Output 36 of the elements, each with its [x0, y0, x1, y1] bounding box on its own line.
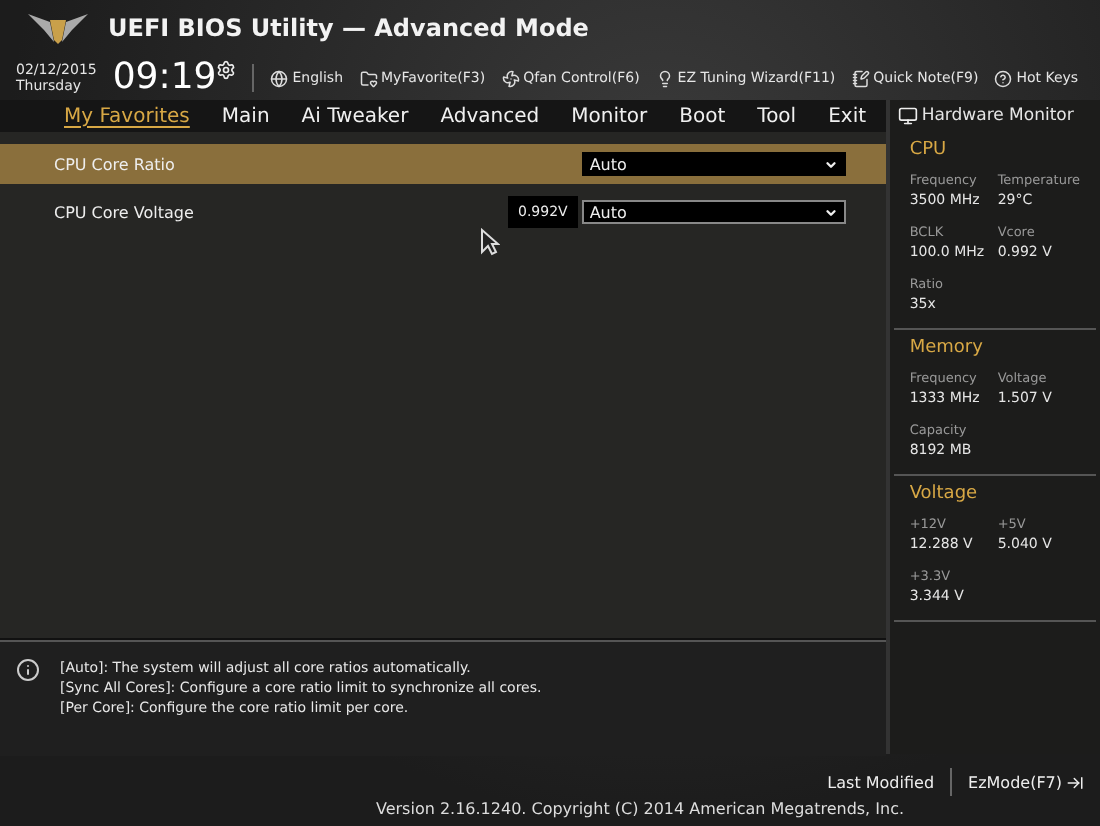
- panel-title: Hardware Monitor: [921, 106, 1074, 126]
- selected-setting-row[interactable]: CPU Core Ratio Auto: [0, 144, 886, 184]
- version-text: Version 2.16.1240. Copyright (C) 2014 American Megatrends, Inc.: [373, 800, 907, 818]
- window-title: UEFI BIOS Utility — Advanced Mode: [108, 14, 589, 42]
- lightbulb-icon: [655, 69, 674, 87]
- menu-tab[interactable]: Monitor: [555, 105, 664, 127]
- exit-icon: [1066, 773, 1084, 791]
- setting-label: CPU Core Voltage: [54, 203, 196, 221]
- menu-tab[interactable]: Boot: [663, 105, 742, 127]
- caret-icon: [823, 205, 838, 219]
- note-icon: [851, 69, 870, 87]
- menu-tab[interactable]: My Favorites: [48, 105, 206, 127]
- section-title: CPU: [909, 140, 949, 160]
- menu-tab[interactable]: Exit: [812, 105, 883, 127]
- mouse-cursor-icon: [480, 228, 500, 256]
- setting-dropdown[interactable]: Auto: [581, 152, 846, 176]
- settings-icon[interactable]: [216, 60, 237, 80]
- last-modified-button[interactable]: Last Modified: [827, 773, 935, 791]
- folder-icon: [359, 69, 378, 87]
- caret-icon: [823, 157, 838, 171]
- clock-time: 09:19: [112, 60, 217, 96]
- globe-icon: [270, 69, 289, 87]
- monitor-icon: [897, 106, 918, 126]
- menu-tab[interactable]: Ai Tweaker: [285, 105, 425, 127]
- ez-mode-button[interactable]: EzMode(F7): [968, 773, 1084, 791]
- section-title: Memory: [909, 338, 985, 358]
- logo-icon: [24, 10, 92, 46]
- section-title: Voltage: [909, 484, 980, 504]
- menu-tab[interactable]: Tool: [741, 105, 813, 127]
- setting-dropdown[interactable]: Auto: [581, 200, 846, 224]
- setting-label: CPU Core Ratio: [54, 155, 177, 173]
- menu-tab[interactable]: Main: [205, 105, 286, 127]
- help-icon: [994, 69, 1013, 87]
- info-icon: [16, 658, 40, 682]
- fan-icon: [501, 69, 520, 87]
- menu-tab[interactable]: Advanced: [424, 105, 556, 127]
